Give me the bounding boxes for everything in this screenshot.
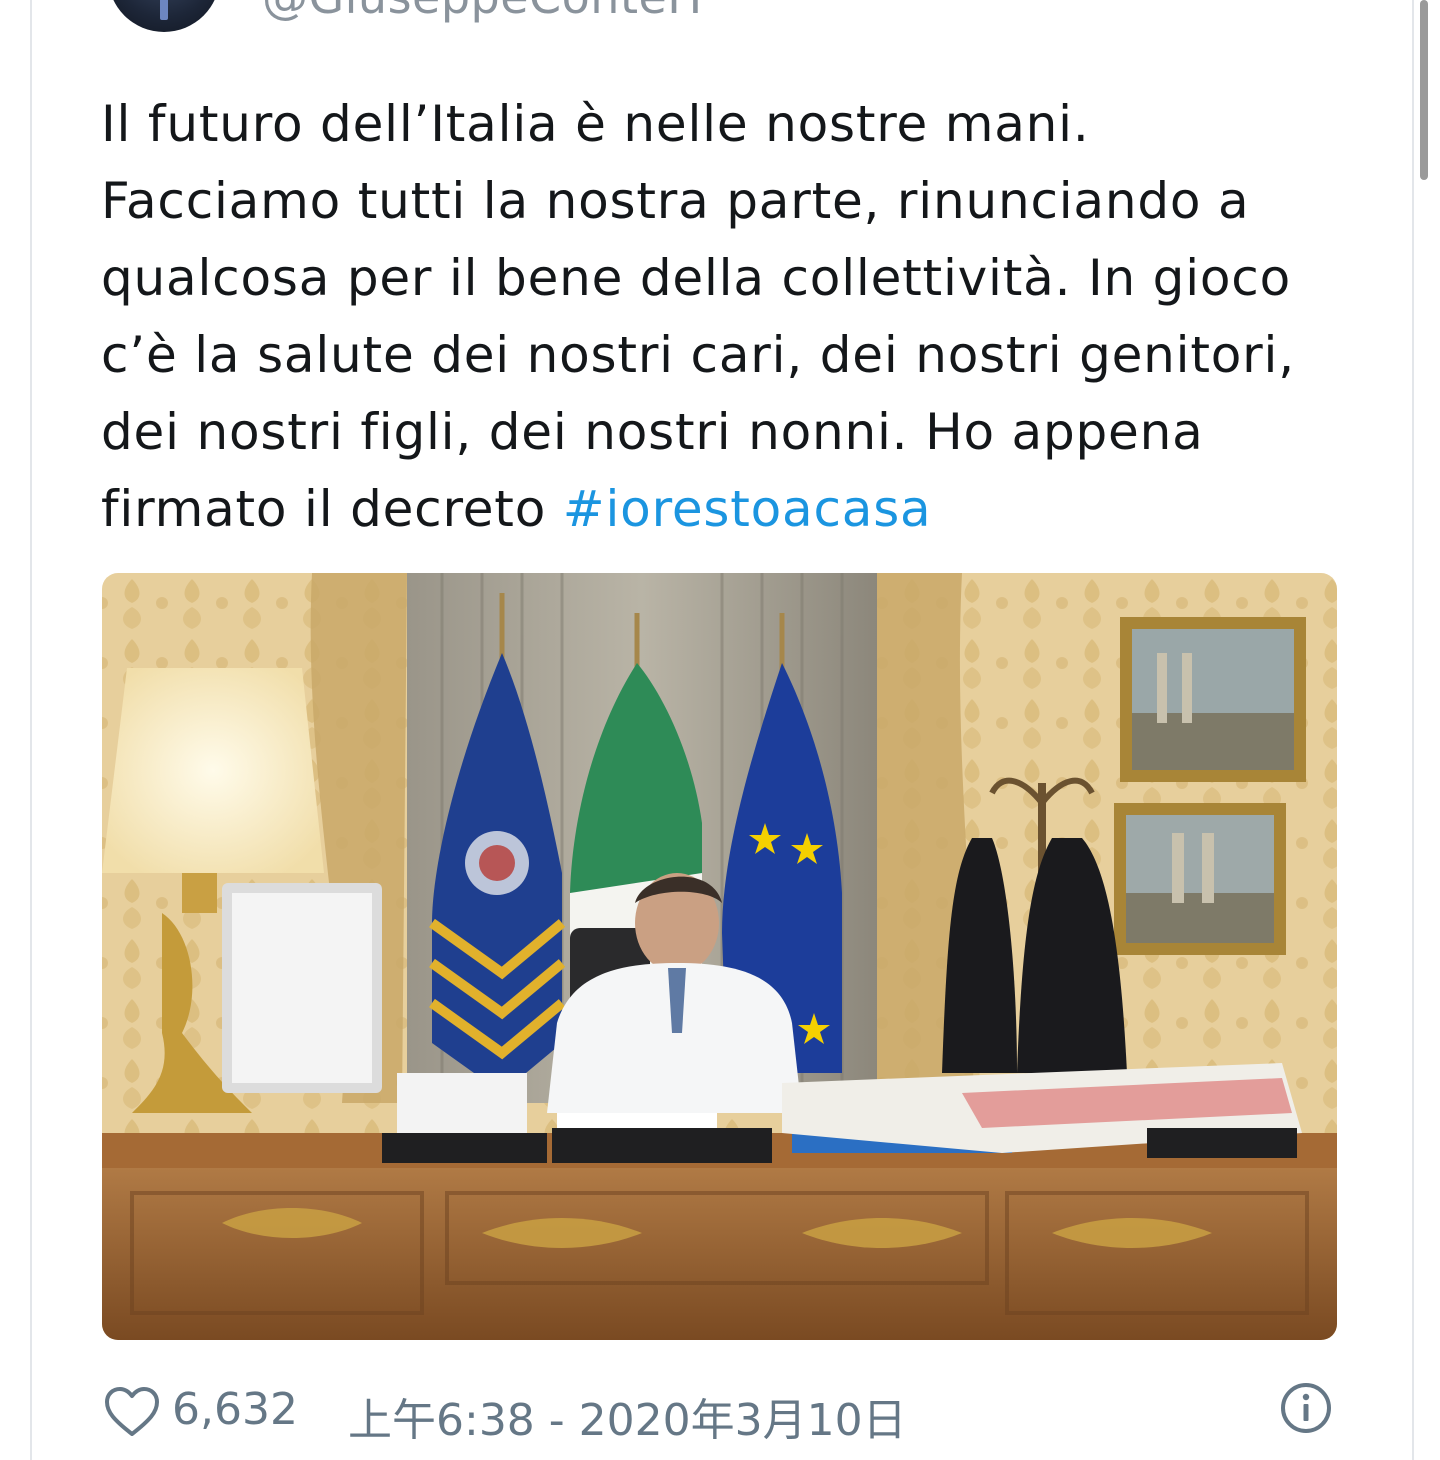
scrollbar[interactable] [1420,0,1428,180]
info-icon[interactable] [1280,1382,1332,1434]
heart-icon[interactable] [104,1386,160,1438]
tweet-photo[interactable] [102,573,1337,1340]
office-photo-illustration [102,573,1337,1340]
tweet-body: Il futuro dell’Italia è nelle nostre man… [101,95,1295,538]
hashtag-link[interactable]: #iorestoacasa [563,480,932,538]
user-handle[interactable]: @GiuseppeConteIT [262,0,710,24]
tweet-text: Il futuro dell’Italia è nelle nostre man… [101,86,1341,548]
tweet-timestamp[interactable]: 上午6:38 - 2020年3月10日 [348,1384,907,1448]
tweet-footer: 6,632 上午6:38 - 2020年3月10日 [104,1380,1344,1446]
like-count: 6,632 [172,1384,298,1435]
avatar-detail [160,0,168,20]
